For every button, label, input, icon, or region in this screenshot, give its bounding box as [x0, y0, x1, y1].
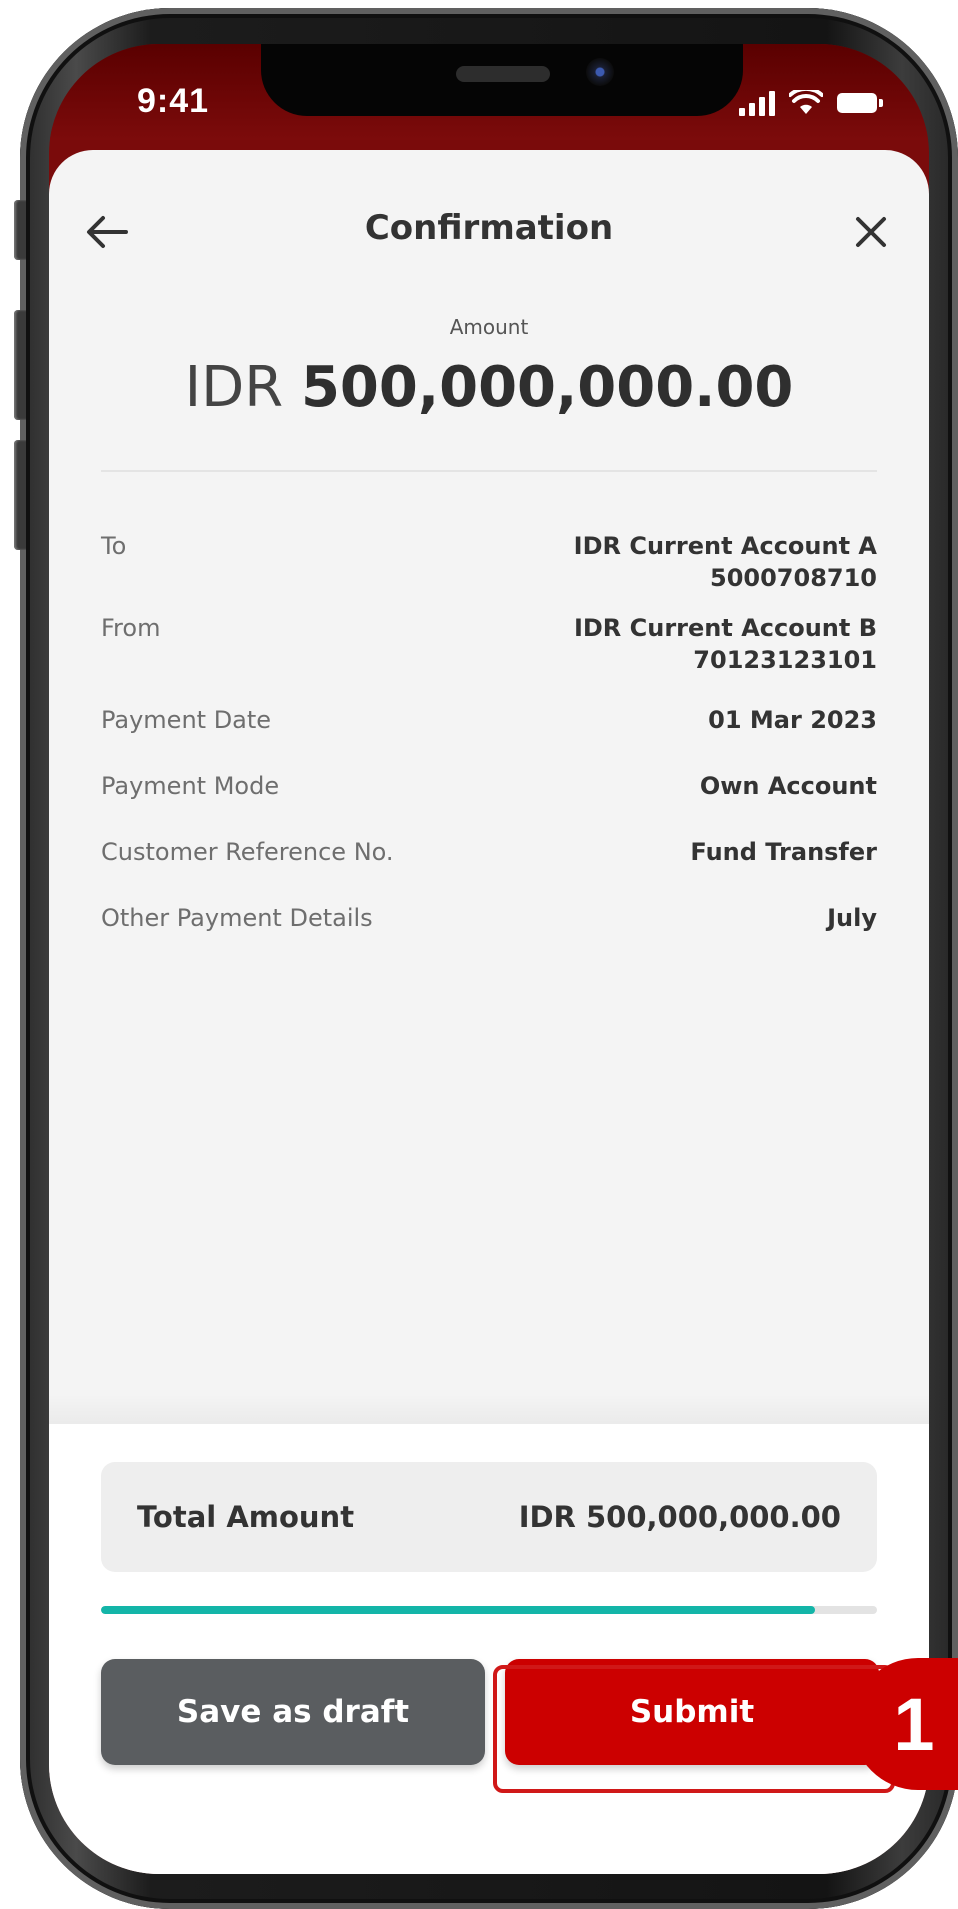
total-amount-label: Total Amount	[137, 1500, 355, 1534]
phone-side-button	[14, 200, 26, 260]
amount-value: IDR 500,000,000.00	[49, 355, 929, 420]
from-account-number: 70123123101	[693, 646, 877, 674]
detail-row-payment-date: Payment Date 01 Mar 2023	[101, 704, 877, 736]
progress-bar	[101, 1606, 877, 1614]
front-camera	[586, 58, 614, 86]
detail-label: Other Payment Details	[101, 904, 373, 932]
total-amount-value: IDR 500,000,000.00	[518, 1500, 841, 1534]
detail-row-customer-reference: Customer Reference No. Fund Transfer	[101, 836, 877, 868]
detail-label: Payment Date	[101, 706, 272, 734]
notch	[261, 44, 743, 116]
detail-value: July	[827, 904, 877, 932]
status-time: 9:41	[137, 82, 210, 120]
to-account-name: IDR Current Account A	[573, 532, 877, 560]
signal-icon	[739, 90, 775, 116]
detail-row-from: From IDR Current Account B 70123123101	[101, 612, 877, 676]
phone-volume-up-button	[14, 310, 26, 420]
confirmation-sheet: Confirmation Amount IDR 500,000,000.00 T…	[49, 150, 929, 1874]
detail-value: IDR Current Account A 5000708710	[574, 530, 877, 594]
detail-value: 01 Mar 2023	[708, 706, 877, 734]
to-account-number: 5000708710	[710, 564, 877, 592]
amount-currency: IDR	[184, 355, 284, 420]
total-amount-box: Total Amount IDR 500,000,000.00	[101, 1462, 877, 1572]
status-bar: 9:41	[49, 44, 929, 140]
detail-row-payment-mode: Payment Mode Own Account	[101, 770, 877, 802]
phone-screen: 9:41 Confirmation Amount IDR 500,000,000…	[49, 44, 929, 1874]
detail-label: To	[101, 532, 127, 560]
battery-icon	[837, 93, 883, 113]
detail-label: Payment Mode	[101, 772, 280, 800]
payment-details: To IDR Current Account A 5000708710 From…	[101, 530, 877, 934]
close-icon	[856, 217, 886, 247]
detail-value: Fund Transfer	[690, 838, 877, 866]
header: Confirmation	[49, 150, 929, 300]
divider	[101, 470, 877, 472]
submit-button[interactable]: Submit	[505, 1659, 879, 1765]
status-icons	[739, 82, 883, 116]
detail-row-to: To IDR Current Account A 5000708710	[101, 530, 877, 594]
phone-volume-down-button	[14, 440, 26, 550]
from-account-name: IDR Current Account B	[573, 614, 877, 642]
save-as-draft-button[interactable]: Save as draft	[101, 1659, 485, 1765]
wifi-icon	[789, 90, 823, 114]
amount-label: Amount	[449, 315, 529, 339]
detail-value: Own Account	[699, 772, 877, 800]
progress-fill	[101, 1606, 815, 1614]
page-title: Confirmation	[364, 208, 614, 248]
detail-label: From	[101, 614, 161, 642]
footer-shadow	[49, 1394, 929, 1424]
close-button[interactable]	[841, 202, 901, 262]
detail-row-other-payment-details: Other Payment Details July	[101, 902, 877, 934]
detail-label: Customer Reference No.	[101, 838, 394, 866]
detail-value: IDR Current Account B 70123123101	[574, 612, 877, 676]
amount-number: 500,000,000.00	[300, 355, 794, 420]
footer: Total Amount IDR 500,000,000.00 Save as …	[49, 1424, 929, 1874]
speaker	[456, 66, 550, 82]
